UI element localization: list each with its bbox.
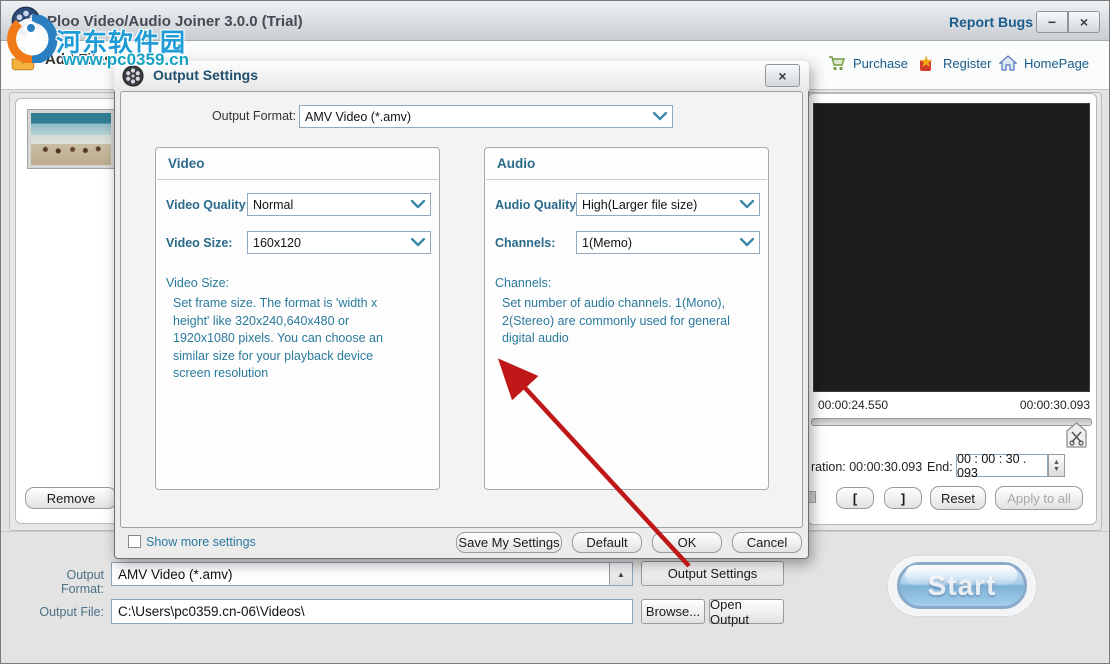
browse-label: Browse... (646, 604, 700, 619)
dialog-output-format-label: Output Format: (181, 109, 296, 123)
dropdown-arrow-icon (734, 232, 759, 253)
video-quality-label: Video Quality: (166, 198, 250, 212)
thumbnail-image (31, 113, 111, 165)
start-button-gloss (905, 565, 1017, 585)
ok-button[interactable]: OK (652, 532, 722, 553)
dialog-output-format-value: AMV Video (*.amv) (300, 106, 647, 127)
watermark-logo (7, 15, 59, 63)
audio-quality-value: High(Larger file size) (577, 194, 734, 215)
apply-to-all-button[interactable]: Apply to all (995, 486, 1083, 510)
star-icon: ★ (919, 55, 936, 72)
video-group-divider (157, 179, 438, 180)
cancel-label: Cancel (747, 535, 787, 550)
video-group-title: Video (168, 156, 205, 171)
time-start-label: 00:00:24.550 (818, 398, 888, 412)
cart-icon (828, 55, 846, 72)
close-button[interactable]: × (1068, 11, 1100, 33)
seek-slider[interactable] (811, 418, 1092, 426)
ok-label: OK (678, 535, 697, 550)
audio-group-title: Audio (497, 156, 535, 171)
close-icon: × (1080, 14, 1088, 30)
dropdown-arrow-icon (647, 106, 672, 127)
video-size-value: 160x120 (248, 232, 405, 253)
apply-to-all-label: Apply to all (1007, 491, 1071, 506)
channels-combo[interactable]: 1(Memo) (576, 231, 760, 254)
reset-label: Reset (941, 491, 975, 506)
end-time-value: 00 : 00 : 30 . 093 (957, 452, 1047, 480)
video-thumbnail[interactable] (27, 109, 115, 169)
open-output-button[interactable]: Open Output (709, 599, 784, 624)
end-time-spinner[interactable]: ▲ ▼ (1048, 454, 1065, 477)
reset-button[interactable]: Reset (930, 486, 986, 510)
video-size-label: Video Size: (166, 236, 232, 250)
minimize-icon: − (1048, 14, 1056, 30)
dialog-output-format-combo[interactable]: AMV Video (*.amv) (299, 105, 673, 128)
output-file-input[interactable]: C:\Users\pc0359.cn-06\Videos\ (111, 599, 633, 624)
video-quality-combo[interactable]: Normal (247, 193, 431, 216)
dialog-close-icon: × (778, 68, 786, 84)
time-end-label: 00:00:30.093 (1001, 398, 1090, 412)
purchase-label: Purchase (853, 56, 908, 71)
homepage-button[interactable]: HomePage (999, 55, 1089, 71)
dropdown-arrow-icon (734, 194, 759, 215)
audio-group-divider (486, 179, 767, 180)
minimize-button[interactable]: − (1036, 11, 1068, 33)
video-group: Video Video Quality: Normal Video Size: … (155, 147, 440, 490)
spinner-up-icon: ▲ (1053, 459, 1060, 466)
video-help-text: Set frame size. The format is 'width x h… (173, 295, 431, 383)
end-label: End: (927, 460, 953, 474)
mark-end-label: ] (901, 491, 905, 506)
output-format-combo[interactable]: AMV Video (*.amv) ▲ (111, 562, 633, 586)
output-settings-button[interactable]: Output Settings (641, 561, 784, 586)
trim-marker-icon[interactable] (1065, 422, 1088, 449)
video-screen (813, 103, 1090, 392)
audio-quality-combo[interactable]: High(Larger file size) (576, 193, 760, 216)
spinner-down-icon: ▼ (1053, 466, 1060, 473)
combo-up-arrow-icon[interactable]: ▲ (609, 563, 632, 585)
output-format-label: Output Format: (20, 568, 104, 596)
homepage-label: HomePage (1024, 56, 1089, 71)
register-label: Register (943, 56, 991, 71)
default-label: Default (586, 535, 627, 550)
output-format-value: AMV Video (*.amv) (112, 567, 233, 582)
show-more-settings-label: Show more settings (146, 535, 256, 549)
output-file-value: C:\Users\pc0359.cn-06\Videos\ (118, 604, 305, 619)
watermark-site-url: www.pc0359.cn (63, 50, 189, 70)
mark-end-button[interactable]: ] (884, 487, 922, 509)
audio-group: Audio Audio Quality: High(Larger file si… (484, 147, 769, 490)
home-icon (999, 55, 1017, 71)
video-size-combo[interactable]: 160x120 (247, 231, 431, 254)
show-more-settings-checkbox[interactable] (128, 535, 141, 548)
remove-button[interactable]: Remove (25, 487, 117, 509)
purchase-button[interactable]: Purchase (828, 55, 908, 72)
save-my-settings-label: Save My Settings (458, 535, 559, 550)
channels-value: 1(Memo) (577, 232, 734, 253)
video-quality-value: Normal (248, 194, 405, 215)
browse-button[interactable]: Browse... (641, 599, 705, 624)
register-button[interactable]: ★ Register (919, 55, 991, 72)
app-window: Ploo Video/Audio Joiner 3.0.0 (Trial) Re… (0, 0, 1110, 664)
dropdown-arrow-icon (405, 232, 430, 253)
open-output-label: Open Output (710, 597, 783, 627)
output-file-label: Output File: (20, 605, 104, 619)
channels-label: Channels: (495, 236, 555, 250)
mark-start-button[interactable]: [ (836, 487, 874, 509)
default-button[interactable]: Default (572, 532, 642, 553)
channels-help-text: Set number of audio channels. 1(Mono), 2… (502, 295, 760, 348)
dialog-body: Output Format: AMV Video (*.amv) Video V… (120, 91, 803, 528)
save-my-settings-button[interactable]: Save My Settings (456, 532, 562, 553)
video-help-title: Video Size: (166, 276, 229, 290)
duration-label: ration: 00:00:30.093 (811, 460, 922, 474)
channels-help-title: Channels: (495, 276, 551, 290)
end-time-spinbox[interactable]: 00 : 00 : 30 . 093 (956, 454, 1048, 477)
report-bugs-link[interactable]: Report Bugs (949, 14, 1033, 30)
dialog-close-button[interactable]: × (765, 64, 800, 87)
cancel-button[interactable]: Cancel (732, 532, 802, 553)
dropdown-arrow-icon (405, 194, 430, 215)
output-settings-button-label: Output Settings (668, 566, 758, 581)
mark-start-label: [ (853, 491, 857, 506)
audio-quality-label: Audio Quality: (495, 198, 580, 212)
remove-label: Remove (47, 491, 95, 506)
